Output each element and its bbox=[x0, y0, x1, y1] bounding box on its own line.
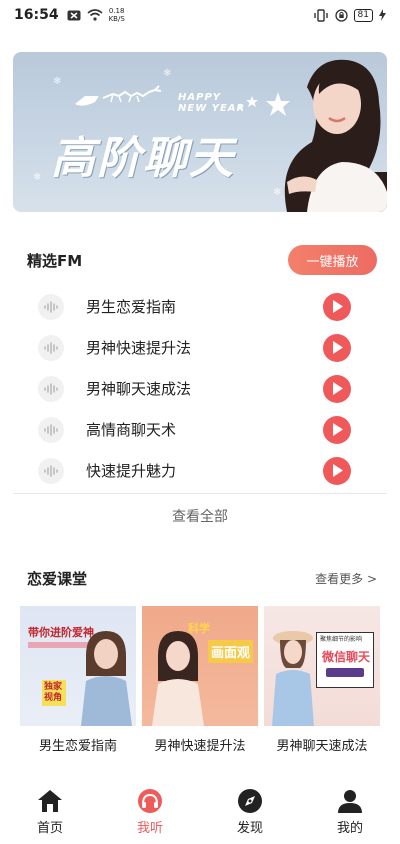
course-caption: 男神快速提升法 bbox=[154, 739, 246, 754]
bottom-nav: 首页 我听 发现 我的 bbox=[0, 780, 400, 844]
greeting-line-2: NEW YEAR bbox=[178, 103, 246, 114]
course-thumbnail: 聚焦细节的影响 微信聊天 bbox=[264, 606, 380, 726]
course-section-title: 恋爱课堂 bbox=[27, 570, 88, 588]
fm-section-title: 精选FM bbox=[27, 251, 83, 270]
view-more-link[interactable]: 查看更多 > bbox=[315, 570, 377, 587]
poster-title: 微信聊天 bbox=[322, 650, 371, 664]
fm-list-item[interactable]: 高情商聊天术 bbox=[0, 409, 400, 450]
play-button[interactable] bbox=[323, 415, 351, 444]
vibrate-icon bbox=[313, 8, 328, 22]
fm-item-label: 高情商聊天术 bbox=[86, 421, 177, 439]
fm-list-item[interactable]: 男生恋爱指南 bbox=[0, 286, 400, 327]
course-thumbnail: 科学 画面观 bbox=[142, 606, 258, 726]
notification-x-icon bbox=[67, 10, 81, 20]
snowflake-icon: ❄ bbox=[33, 172, 42, 183]
play-icon bbox=[333, 341, 343, 354]
fm-item-label: 男神快速提升法 bbox=[86, 339, 192, 357]
nav-item-profile[interactable]: 我的 bbox=[300, 780, 400, 844]
banner-title: 高阶聊天 bbox=[51, 133, 235, 184]
greeting-line-1: HAPPY bbox=[178, 92, 222, 103]
net-speed-unit: KB/S bbox=[108, 15, 125, 23]
nav-item-listen[interactable]: 我听 bbox=[100, 780, 200, 844]
poster-subtitle: 聚焦细节的影响 bbox=[320, 636, 363, 643]
fm-item-label: 男生恋爱指南 bbox=[86, 298, 177, 316]
nav-item-home[interactable]: 首页 bbox=[0, 780, 100, 844]
snowflake-icon: ❄ bbox=[53, 76, 62, 87]
course-caption: 男生恋爱指南 bbox=[38, 739, 117, 754]
play-button[interactable] bbox=[323, 456, 351, 485]
course-card[interactable]: 聚焦细节的影响 微信聊天 男神聊天速成法 bbox=[264, 606, 380, 754]
fm-list: 男生恋爱指南 男神快速提升法 男神聊天速成法 高情商聊天术 快速提升魅力 bbox=[0, 286, 400, 491]
course-card[interactable]: 带你进阶爱神 独家视角 男生恋爱指南 bbox=[20, 606, 136, 754]
fm-item-label: 快速提升魅力 bbox=[86, 462, 177, 480]
audio-wave-icon bbox=[38, 293, 64, 320]
audio-wave-icon bbox=[38, 375, 64, 402]
course-model-image bbox=[152, 631, 204, 726]
fm-section-header: 精选FM 一键播放 bbox=[27, 245, 377, 275]
play-button[interactable] bbox=[323, 292, 351, 321]
view-all-link[interactable]: 查看全部 bbox=[0, 506, 400, 526]
banner-model-image bbox=[284, 59, 387, 212]
fm-list-item[interactable]: 快速提升魅力 bbox=[0, 450, 400, 491]
nav-label: 发现 bbox=[236, 821, 263, 836]
course-card[interactable]: 科学 画面观 男神快速提升法 bbox=[142, 606, 258, 754]
fm-list-item[interactable]: 男神快速提升法 bbox=[0, 327, 400, 368]
course-section-header: 恋爱课堂 查看更多 > bbox=[27, 568, 377, 589]
status-right-icons: 81 bbox=[313, 8, 386, 22]
wifi-icon bbox=[87, 9, 103, 21]
course-caption: 男神聊天速成法 bbox=[276, 739, 368, 754]
poster-subtitle: 独家视角 bbox=[42, 680, 66, 706]
status-left-icons: 0.18 KB/S bbox=[67, 7, 125, 23]
fm-item-label: 男神聊天速成法 bbox=[86, 380, 192, 398]
home-icon bbox=[38, 790, 62, 812]
audio-wave-icon bbox=[38, 416, 64, 443]
person-icon bbox=[338, 790, 362, 813]
headphones-icon bbox=[138, 789, 162, 813]
audio-wave-icon bbox=[38, 457, 64, 484]
poster-tag-bar bbox=[326, 668, 364, 677]
play-icon bbox=[333, 423, 343, 436]
net-speed: 0.18 KB/S bbox=[109, 7, 125, 23]
snowflake-icon: ❄ bbox=[163, 68, 172, 79]
audio-wave-icon bbox=[38, 334, 64, 361]
course-model-image bbox=[81, 631, 132, 726]
status-time: 16:54 bbox=[14, 7, 59, 23]
play-icon bbox=[333, 382, 343, 395]
course-model-image bbox=[272, 631, 314, 726]
fm-list-item[interactable]: 男神聊天速成法 bbox=[0, 368, 400, 409]
nav-label: 我听 bbox=[136, 821, 163, 836]
status-bar: 16:54 0.18 KB/S 81 bbox=[0, 0, 400, 30]
divider bbox=[13, 493, 387, 494]
play-button[interactable] bbox=[323, 333, 351, 362]
nav-label: 我的 bbox=[336, 821, 363, 836]
play-all-button[interactable]: 一键播放 bbox=[288, 245, 377, 275]
course-thumbnail: 带你进阶爱神 独家视角 bbox=[20, 606, 136, 726]
play-button[interactable] bbox=[323, 374, 351, 403]
course-list: 带你进阶爱神 独家视角 男生恋爱指南 科学 画面观 男神快速提升法 聚焦细节的影… bbox=[20, 606, 380, 754]
lock-rotation-icon bbox=[334, 8, 348, 22]
promo-banner[interactable]: ❄ ❄ ❄ ❄ ❄ HAPPY NEW YEAR 高阶聊天 bbox=[13, 52, 387, 212]
play-icon bbox=[333, 300, 343, 313]
reindeer-sleigh-icon bbox=[75, 85, 162, 106]
new-year-greeting: HAPPY NEW YEAR bbox=[178, 92, 245, 114]
poster-title: 画面观 bbox=[208, 640, 254, 663]
compass-icon bbox=[238, 789, 262, 813]
nav-label: 首页 bbox=[36, 821, 63, 836]
net-speed-value: 0.18 bbox=[108, 7, 125, 15]
charging-icon bbox=[379, 9, 386, 21]
battery-indicator: 81 bbox=[353, 8, 373, 22]
play-icon bbox=[333, 464, 343, 477]
nav-item-discover[interactable]: 发现 bbox=[200, 780, 300, 844]
